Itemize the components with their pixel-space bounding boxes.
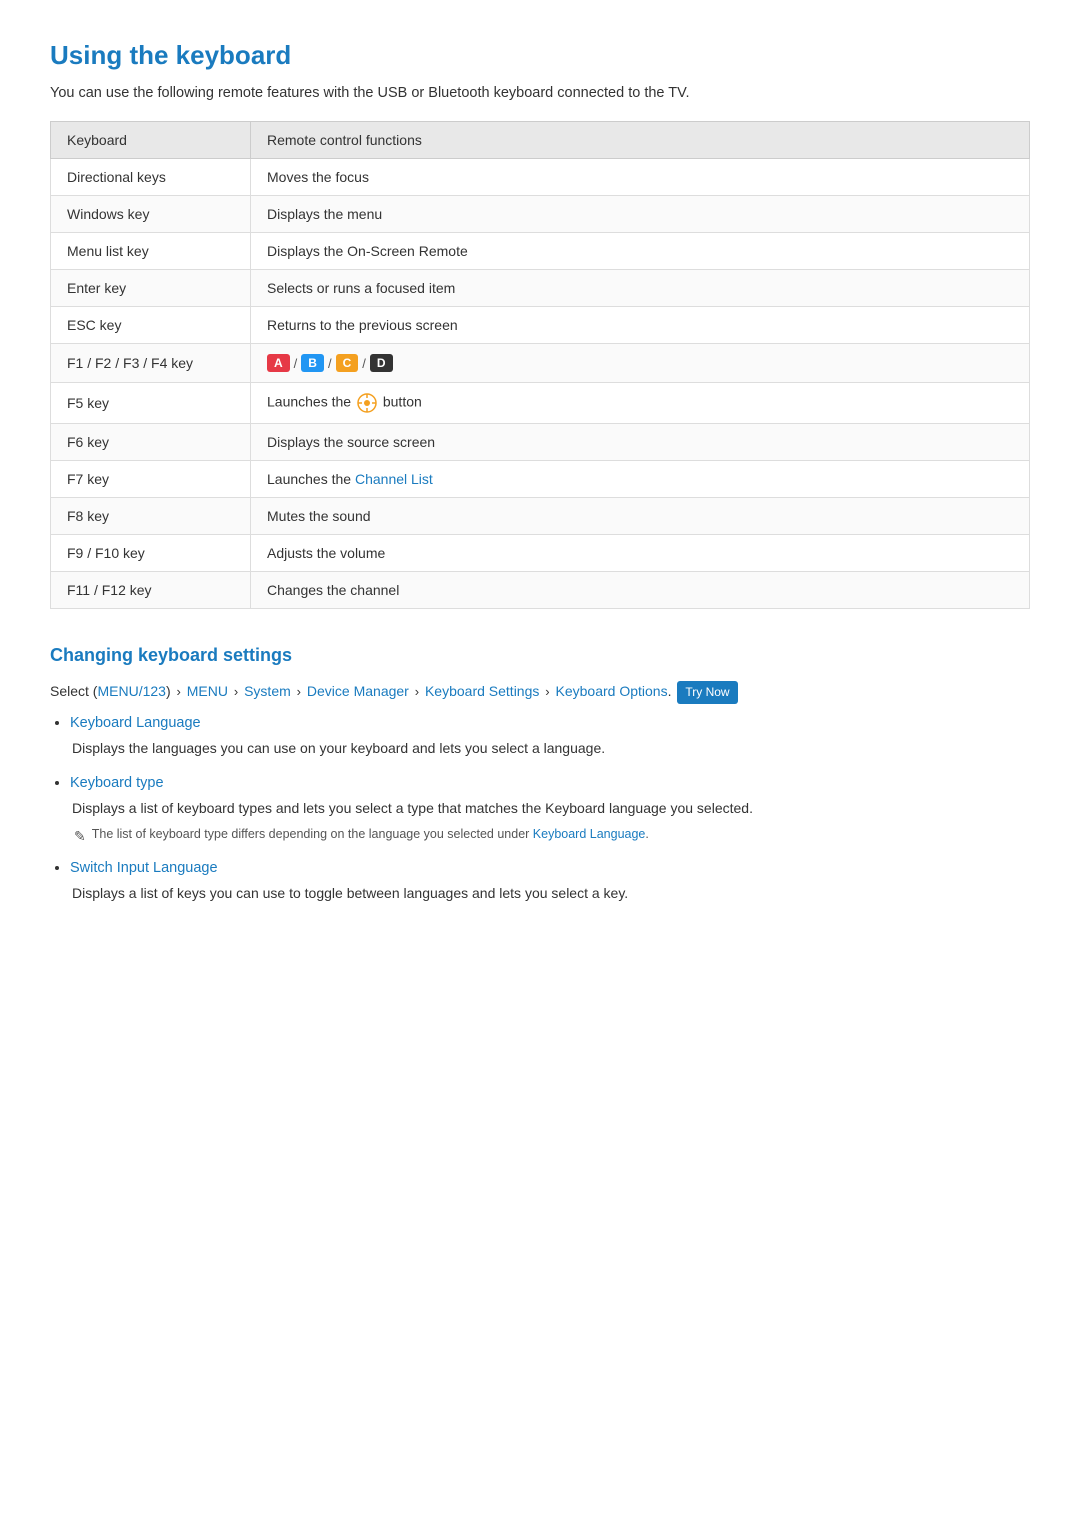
bullets-list: Keyboard Language Displays the languages … <box>70 714 1030 904</box>
note-line: ✎ The list of keyboard type differs depen… <box>74 827 1030 845</box>
table-cell-function: Displays the source screen <box>251 424 1030 461</box>
intro-text: You can use the following remote feature… <box>50 85 1030 101</box>
bullet-desc: Displays the languages you can use on yo… <box>72 737 1030 759</box>
table-cell-key: F8 key <box>51 498 251 535</box>
sep1: / <box>294 356 298 371</box>
bullet-title: Keyboard type <box>70 775 1030 791</box>
table-cell-key: Directional keys <box>51 159 251 196</box>
table-cell-function: Changes the channel <box>251 572 1030 609</box>
path-keyboard-options[interactable]: Keyboard Options <box>556 683 668 699</box>
note-icon: ✎ <box>74 828 86 845</box>
path-device-manager[interactable]: Device Manager <box>307 683 413 699</box>
menu-ref-link[interactable]: MENU/123 <box>97 683 165 699</box>
table-cell-key: Menu list key <box>51 233 251 270</box>
bullet-item: Keyboard type Displays a list of keyboard… <box>70 774 1030 845</box>
note-text: The list of keyboard type differs depend… <box>92 827 649 841</box>
table-cell-key: Windows key <box>51 196 251 233</box>
table-col1-header: Keyboard <box>51 122 251 159</box>
section2-title: Changing keyboard settings <box>50 645 1030 666</box>
badge-c: C <box>336 354 359 372</box>
table-cell-function: A / B / C / D <box>251 344 1030 383</box>
chevron2: › <box>234 684 238 699</box>
bullet-desc: Displays a list of keyboard types and le… <box>72 797 1030 819</box>
table-row: ESC keyReturns to the previous screen <box>51 307 1030 344</box>
bullet-desc: Displays a list of keys you can use to t… <box>72 882 1030 904</box>
table-row: F11 / F12 keyChanges the channel <box>51 572 1030 609</box>
table-cell-function: Adjusts the volume <box>251 535 1030 572</box>
note-link[interactable]: Keyboard Language <box>533 827 646 841</box>
badge-b: B <box>301 354 324 372</box>
table-cell-function: Selects or runs a focused item <box>251 270 1030 307</box>
path-select-prefix: Select ( <box>50 683 97 699</box>
bullet-title: Keyboard Language <box>70 715 1030 731</box>
table-cell-function: Moves the focus <box>251 159 1030 196</box>
table-cell-key: ESC key <box>51 307 251 344</box>
table-cell-key: Enter key <box>51 270 251 307</box>
table-row: F6 keyDisplays the source screen <box>51 424 1030 461</box>
table-row: F9 / F10 keyAdjusts the volume <box>51 535 1030 572</box>
table-cell-key: F11 / F12 key <box>51 572 251 609</box>
bullet-item: Switch Input Language Displays a list of … <box>70 859 1030 904</box>
keyboard-table: Keyboard Remote control functions Direct… <box>50 121 1030 609</box>
table-cell-key: F7 key <box>51 461 251 498</box>
table-cell-key: F6 key <box>51 424 251 461</box>
table-cell-key: F5 key <box>51 383 251 424</box>
path-period: . <box>668 683 676 699</box>
chevron5: › <box>545 684 549 699</box>
sep3: / <box>362 356 366 371</box>
table-cell-function: Displays the menu <box>251 196 1030 233</box>
table-cell-function: Launches the Channel List <box>251 461 1030 498</box>
path-close-paren: ) <box>166 683 175 699</box>
table-cell-function: Returns to the previous screen <box>251 307 1030 344</box>
bullet-item: Keyboard Language Displays the languages … <box>70 714 1030 759</box>
channel-list-link[interactable]: Channel List <box>355 471 433 487</box>
sep2: / <box>328 356 332 371</box>
table-cell-function: Mutes the sound <box>251 498 1030 535</box>
path-keyboard-settings[interactable]: Keyboard Settings <box>425 683 543 699</box>
table-cell-key: F1 / F2 / F3 / F4 key <box>51 344 251 383</box>
table-row: Windows keyDisplays the menu <box>51 196 1030 233</box>
smart-hub-icon <box>357 393 377 413</box>
table-cell-function: Displays the On-Screen Remote <box>251 233 1030 270</box>
table-row: F8 keyMutes the sound <box>51 498 1030 535</box>
table-row: Directional keysMoves the focus <box>51 159 1030 196</box>
abcd-badges: A / B / C / D <box>267 354 393 372</box>
table-cell-key: F9 / F10 key <box>51 535 251 572</box>
table-row: Enter keySelects or runs a focused item <box>51 270 1030 307</box>
table-row: F1 / F2 / F3 / F4 key A / B / C / D <box>51 344 1030 383</box>
path-line: Select (MENU/123) › MENU › System › Devi… <box>50 680 1030 704</box>
path-menu[interactable]: MENU <box>187 683 232 699</box>
badge-a: A <box>267 354 290 372</box>
page-title: Using the keyboard <box>50 40 1030 71</box>
f5-text: Launches the <box>267 394 355 410</box>
chevron1: › <box>177 684 181 699</box>
table-col2-header: Remote control functions <box>251 122 1030 159</box>
table-cell-function: Launches the button <box>251 383 1030 424</box>
chevron4: › <box>415 684 419 699</box>
chevron3: › <box>297 684 301 699</box>
try-now-badge[interactable]: Try Now <box>677 681 737 704</box>
path-system[interactable]: System <box>244 683 295 699</box>
f5-button-label: button <box>379 394 422 410</box>
bullet-title: Switch Input Language <box>70 860 1030 876</box>
f7-text-prefix: Launches the <box>267 471 355 487</box>
table-row: Menu list keyDisplays the On-Screen Remo… <box>51 233 1030 270</box>
table-row: F7 keyLaunches the Channel List <box>51 461 1030 498</box>
table-row: F5 keyLaunches the button <box>51 383 1030 424</box>
badge-d: D <box>370 354 393 372</box>
